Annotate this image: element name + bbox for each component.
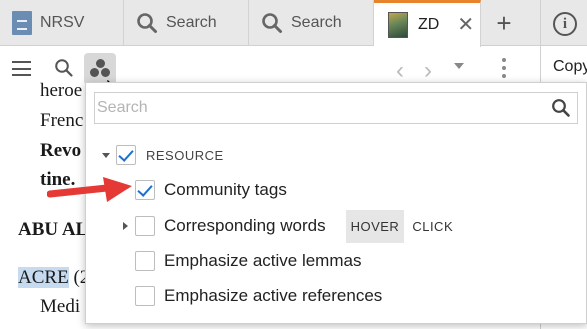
visual-filters-icon-dot — [90, 68, 99, 77]
tab-label: ZD — [418, 16, 440, 33]
search-icon[interactable] — [54, 58, 74, 78]
option-emphasize-references[interactable]: Emphasize active references — [86, 281, 586, 311]
visual-filters-icon-dot — [101, 68, 110, 77]
annotation-arrow-icon — [47, 177, 132, 202]
back-arrow-icon[interactable]: ‹ — [396, 57, 404, 85]
tab-zd[interactable]: ZD ✕ — [374, 0, 481, 47]
emphasize-references-checkbox[interactable] — [135, 286, 155, 306]
filter-search-box — [94, 92, 578, 124]
tab-nrsv[interactable]: NRSV — [0, 0, 124, 46]
search-icon — [262, 13, 282, 33]
info-icon[interactable]: i — [553, 12, 577, 36]
doc-line: ACRE (2 — [18, 267, 89, 289]
expand-caret-icon[interactable] — [123, 222, 128, 230]
visual-filters-icon — [95, 59, 105, 68]
tab-label: Search — [166, 14, 217, 31]
doc-line: Frenc — [40, 110, 84, 131]
resource-checkbox[interactable] — [116, 145, 136, 165]
forward-arrow-icon[interactable]: › — [424, 57, 432, 85]
section-resource[interactable]: RESOURCE — [86, 140, 586, 170]
filter-search-input[interactable] — [95, 93, 535, 123]
plus-icon: + — [496, 8, 512, 38]
tab-bar: NRSV Search Search ZD ✕ + — [0, 0, 540, 47]
tab-label: NRSV — [40, 14, 85, 31]
click-mode-button[interactable]: CLICK — [412, 219, 453, 234]
add-tab-button[interactable]: + — [481, 0, 527, 46]
doc-line: heroe — [40, 80, 83, 101]
search-icon[interactable] — [551, 98, 571, 118]
book-cover-icon — [388, 12, 408, 38]
option-corresponding-words[interactable]: Corresponding words HOVER CLICK — [86, 209, 586, 243]
side-panel-text: Copy — [553, 58, 587, 75]
close-icon[interactable]: ✕ — [457, 15, 474, 35]
section-label: RESOURCE — [146, 147, 224, 163]
visual-filters-popup: RESOURCE Community tags Corresponding wo… — [85, 82, 587, 324]
option-community-tags[interactable]: Community tags — [86, 175, 586, 205]
corresponding-words-checkbox[interactable] — [135, 216, 155, 236]
doc-line: Medi — [40, 296, 81, 317]
option-label: Emphasize active lemmas — [164, 251, 362, 270]
tab-search[interactable]: Search — [124, 0, 249, 46]
option-label: Community tags — [164, 180, 287, 199]
menu-icon[interactable] — [12, 61, 31, 76]
collapse-caret-icon[interactable] — [102, 152, 110, 158]
highlighted-term[interactable]: ACRE — [18, 267, 69, 288]
tab-label: Search — [291, 14, 342, 31]
hover-mode-button[interactable]: HOVER — [345, 209, 405, 243]
emphasize-lemmas-checkbox[interactable] — [135, 251, 155, 271]
search-icon — [137, 13, 157, 33]
doc-line: Revo — [40, 140, 82, 161]
option-label: Corresponding words — [164, 216, 326, 235]
bible-book-icon — [12, 11, 32, 35]
history-dropdown-icon[interactable] — [454, 63, 464, 69]
community-tags-checkbox[interactable] — [135, 180, 155, 200]
option-label: Emphasize active references — [164, 286, 383, 305]
doc-heading: ABU AL — [18, 219, 89, 240]
more-options-icon[interactable] — [502, 58, 506, 82]
option-emphasize-lemmas[interactable]: Emphasize active lemmas — [86, 246, 586, 276]
side-panel-tabbar: i — [541, 0, 587, 46]
tab-search-2[interactable]: Search — [249, 0, 374, 46]
